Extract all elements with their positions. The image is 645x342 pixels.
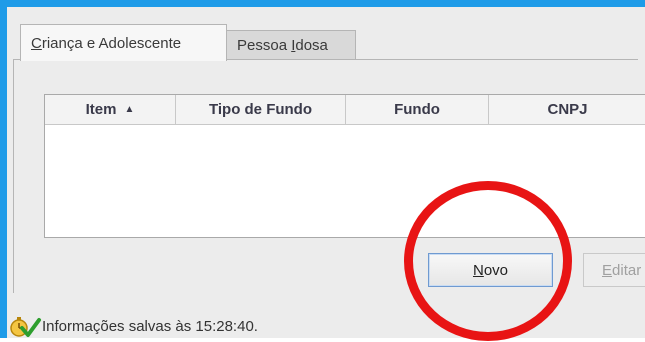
status-bar: Informações salvas às 15:28:40. <box>8 314 645 338</box>
column-header-fundo[interactable]: Fundo <box>346 95 489 124</box>
tab-pessoa-idosa[interactable]: Pessoa Idosa <box>227 30 356 60</box>
tab-label: riança e Adolescente <box>41 34 182 52</box>
sort-ascending-icon: ▲ <box>124 104 135 115</box>
tab-mnemonic: C <box>31 34 42 52</box>
editar-button[interactable]: Editar <box>583 253 645 287</box>
tab-label: Pessoa <box>237 36 292 54</box>
column-header-item[interactable]: Item ▲ <box>45 95 176 124</box>
saved-check-icon <box>8 314 42 338</box>
button-mnemonic: N <box>472 261 484 279</box>
column-header-cnpj[interactable]: CNPJ <box>489 95 645 124</box>
column-header-tipo-de-fundo[interactable]: Tipo de Fundo <box>176 95 346 124</box>
fundos-table: Item ▲ Tipo de Fundo Fundo CNPJ <box>44 94 645 238</box>
status-text: Informações salvas às 15:28:40. <box>42 317 258 335</box>
button-mnemonic: E <box>602 261 613 279</box>
table-body[interactable] <box>45 125 645 237</box>
tab-label: dosa <box>295 36 328 54</box>
novo-button[interactable]: Novo <box>428 253 553 287</box>
table-header: Item ▲ Tipo de Fundo Fundo CNPJ <box>45 95 645 125</box>
tab-crianca-adolescente[interactable]: Criança e Adolescente <box>20 24 227 61</box>
